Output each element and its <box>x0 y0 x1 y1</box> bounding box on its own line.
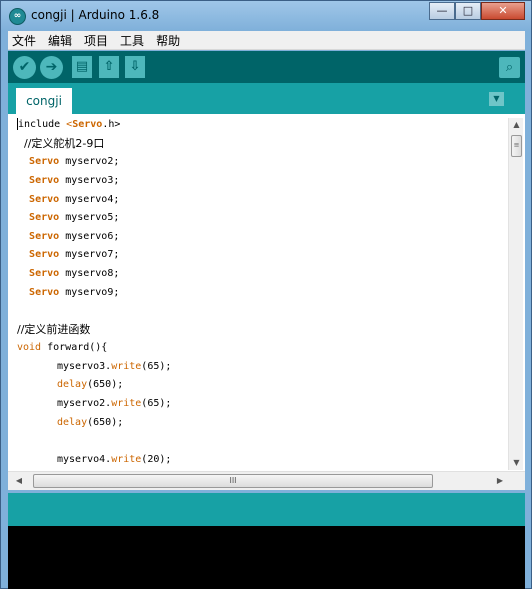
code-line: delay(650); <box>57 379 124 390</box>
code-line: myservo2.write(65); <box>57 398 172 409</box>
horizontal-scroll-thumb[interactable]: III <box>33 474 433 488</box>
new-file-icon: ▤ <box>75 59 89 74</box>
code-line: Servo myservo4; <box>29 194 120 205</box>
arduino-icon: ∞ <box>9 8 26 25</box>
new-button[interactable]: ▤ <box>72 56 92 78</box>
tab-strip: congji ▼ <box>8 83 525 114</box>
code-editor[interactable]: include <Servo.h> //定义舵机2-9口 Servo myser… <box>8 114 525 471</box>
arduino-window: ∞ congji | Arduino 1.6.8 — □ ✕ 文件 编辑 项目 … <box>0 0 532 589</box>
code-line: Servo myservo6; <box>29 231 120 242</box>
menu-help[interactable]: 帮助 <box>155 32 181 49</box>
title-bar: ∞ congji | Arduino 1.6.8 — □ ✕ <box>1 1 531 31</box>
code-line: //定义舵机2-9口 <box>17 137 105 150</box>
status-bar <box>8 493 525 526</box>
check-icon: ✔ <box>18 59 31 75</box>
horizontal-scrollbar[interactable]: ◀ III ▶ <box>8 471 525 490</box>
window-title: congji | Arduino 1.6.8 <box>31 8 160 22</box>
code-line: Servo myservo5; <box>29 212 120 223</box>
arrow-up-icon: ⇧ <box>103 59 115 74</box>
serial-monitor-button[interactable]: ⌕ <box>499 57 520 78</box>
vertical-scroll-thumb[interactable]: ≡ <box>511 135 522 157</box>
open-button[interactable]: ⇧ <box>99 56 119 78</box>
menu-sketch[interactable]: 项目 <box>83 32 109 49</box>
tab-congji[interactable]: congji <box>16 88 72 114</box>
scroll-up-icon[interactable]: ▲ <box>509 118 524 132</box>
tab-menu-button[interactable]: ▼ <box>489 92 504 106</box>
menu-bar: 文件 编辑 项目 工具 帮助 <box>8 31 525 50</box>
code-line: Servo myservo9; <box>29 287 120 298</box>
verify-button[interactable]: ✔ <box>13 56 36 79</box>
scroll-down-icon[interactable]: ▼ <box>509 456 524 470</box>
close-button[interactable]: ✕ <box>481 2 525 20</box>
code-line: Servo myservo7; <box>29 249 120 260</box>
upload-button[interactable]: ➔ <box>40 56 63 79</box>
code-line: myservo3.write(65); <box>57 361 172 372</box>
window-controls: — □ ✕ <box>429 2 525 22</box>
toolbar: ✔ ➔ ▤ ⇧ ⇩ ⌕ <box>8 51 525 83</box>
code-line: void forward(){ <box>17 342 108 353</box>
arrow-right-icon: ➔ <box>45 59 58 75</box>
chevron-down-icon: ▼ <box>493 94 500 103</box>
code-line: Servo myservo8; <box>29 268 120 279</box>
scroll-right-icon[interactable]: ▶ <box>493 474 507 488</box>
console-output <box>8 526 525 589</box>
code-line: Servo myservo2; <box>29 156 120 167</box>
code-line: Servo myservo3; <box>29 175 120 186</box>
code-line: delay(650); <box>57 417 124 428</box>
scroll-left-icon[interactable]: ◀ <box>12 474 26 488</box>
code-line: include <Servo.h> <box>17 118 121 130</box>
code-line: //定义前进函数 <box>17 323 91 336</box>
vertical-scrollbar[interactable]: ▲ ≡ ▼ <box>508 118 523 470</box>
maximize-button[interactable]: □ <box>455 2 481 20</box>
arrow-down-icon: ⇩ <box>129 59 141 74</box>
save-button[interactable]: ⇩ <box>125 56 145 78</box>
menu-edit[interactable]: 编辑 <box>47 32 73 49</box>
magnifier-icon: ⌕ <box>505 60 514 75</box>
code-line: myservo4.write(20); <box>57 454 172 465</box>
menu-tools[interactable]: 工具 <box>119 32 145 49</box>
minimize-button[interactable]: — <box>429 2 455 20</box>
menu-file[interactable]: 文件 <box>11 32 37 49</box>
